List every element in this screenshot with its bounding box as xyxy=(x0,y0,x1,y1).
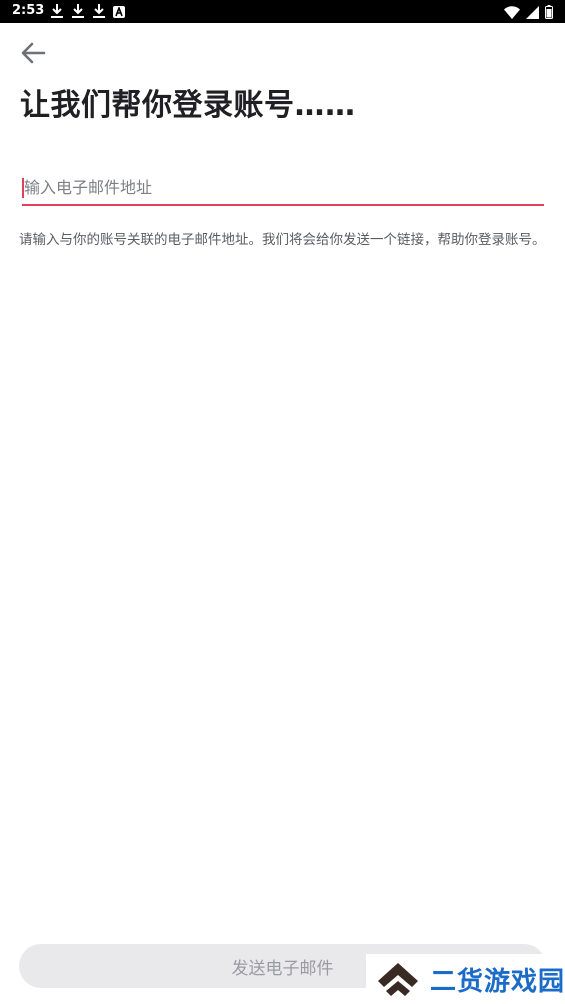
download-icon xyxy=(92,3,106,19)
app-notification-icon xyxy=(113,5,125,18)
status-bar: 2:53 xyxy=(0,0,565,23)
back-button[interactable] xyxy=(18,38,50,68)
watermark-logo-icon xyxy=(378,963,418,996)
helper-text: 请输入与你的账号关联的电子邮件地址。我们将会给你发送一个链接，帮助你登录账号。 xyxy=(19,231,546,248)
watermark-text: 二货游戏园 xyxy=(430,966,565,997)
status-time: 2:53 xyxy=(12,3,45,18)
email-field-container xyxy=(22,170,544,206)
system-icons xyxy=(504,4,553,23)
download-icon xyxy=(50,3,64,19)
wifi-icon xyxy=(504,4,520,23)
battery-icon xyxy=(545,4,553,23)
watermark: 二货游戏园 xyxy=(366,954,565,1004)
signal-icon xyxy=(526,4,539,23)
text-cursor xyxy=(22,178,24,198)
email-field[interactable] xyxy=(22,170,544,206)
page-title: 让我们帮你登录账号…… xyxy=(20,88,356,123)
download-icon xyxy=(71,3,85,19)
notification-icons xyxy=(50,3,125,19)
arrow-left-icon xyxy=(21,42,46,64)
